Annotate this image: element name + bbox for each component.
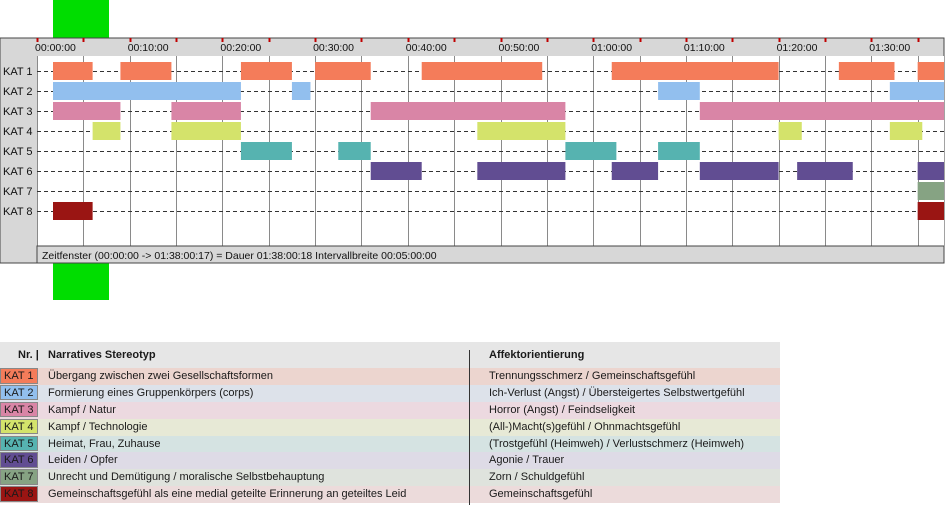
segment-bar[interactable]	[889, 82, 944, 100]
row-label: KAT 4	[3, 126, 33, 138]
segment-bar[interactable]	[658, 142, 700, 160]
timeline-chart: 00:00:00 00:10:00 00:20:00 00:30:00 00:40:00…	[0, 0, 945, 300]
legend-affect: (All-)Macht(s)gefühl / Ohnmachtsgefühl	[489, 420, 681, 433]
segment-bar[interactable]	[53, 202, 93, 220]
segment-bar[interactable]	[917, 162, 944, 180]
tick-label: 00:10:00	[128, 42, 169, 54]
legend-row: KAT 4 Kampf / Technologie (All-)Macht(s)ge…	[0, 418, 780, 436]
tick-label: 00:50:00	[499, 42, 540, 54]
legend-description: Gemeinschaftsgefühl als eine medial gete…	[48, 488, 407, 501]
legend-description: Formierung eines Gruppenkörpers (corps)	[48, 386, 254, 399]
segment-bar[interactable]	[889, 122, 923, 140]
legend-description: Kampf / Technologie	[48, 420, 148, 433]
segment-bar[interactable]	[778, 122, 802, 140]
segment-bar[interactable]	[421, 62, 543, 80]
legend-description: Heimat, Frau, Zuhause	[48, 437, 161, 450]
row-label: KAT 6	[3, 166, 33, 178]
segment-bar[interactable]	[53, 102, 121, 120]
legend-header-desc: Narratives Stereotyp	[48, 349, 156, 361]
tick-label: 00:40:00	[406, 42, 447, 54]
segment-bar[interactable]	[370, 162, 422, 180]
segment-bar[interactable]	[611, 62, 779, 80]
legend-description: Übergang zwischen zwei Gesellschaftsform…	[48, 370, 273, 382]
segment-bar[interactable]	[171, 122, 241, 140]
segment-bar[interactable]	[699, 102, 944, 120]
legend-row: KAT 1 Übergang zwischen zwei Gesellschaft…	[0, 368, 780, 385]
playhead-marker-bottom[interactable]	[53, 263, 109, 300]
segment-bar[interactable]	[565, 142, 617, 160]
legend-affect: (Trostgefühl (Heimweh) / Verlustschmerz …	[489, 437, 745, 450]
status-text: Zeitfenster (00:00:00 -> 01:38:00:17) = …	[42, 250, 437, 262]
segment-bar[interactable]	[658, 82, 700, 100]
legend-row: KAT 3 Kampf / Natur Horror (Angst) / Feind…	[0, 401, 780, 419]
tick-label: 01:20:00	[777, 42, 818, 54]
segment-bar[interactable]	[477, 122, 566, 140]
legend-description: Leiden / Opfer	[48, 454, 118, 467]
segment-bar[interactable]	[917, 202, 944, 220]
segment-bar[interactable]	[338, 142, 371, 160]
category-legend: Nr. | Narratives Stereotyp Affektorienti…	[0, 342, 780, 505]
legend-row: KAT 8 Gemeinschaftsgefühl als eine medial…	[0, 486, 780, 504]
legend-header-nr: Nr. |	[18, 349, 39, 361]
segment-bar[interactable]	[797, 162, 853, 180]
legend-row: KAT 7 Unrecht und Demütigung / moralische…	[0, 469, 780, 487]
segment-bar[interactable]	[477, 162, 566, 180]
row-label: KAT 2	[3, 86, 33, 98]
legend-affect: Zorn / Schuldgefühl	[489, 471, 585, 484]
segment-bar[interactable]	[315, 62, 371, 80]
legend-affect: Horror (Angst) / Feindseligkeit	[489, 403, 636, 416]
legend-affect: Gemeinschaftsgefühl	[489, 488, 593, 501]
legend-description: Unrecht und Demütigung / moralische Selb…	[48, 471, 325, 484]
segment-bar[interactable]	[917, 62, 944, 80]
tick-label: 00:20:00	[220, 42, 261, 54]
segment-bar[interactable]	[370, 102, 566, 120]
legend-affect: Ich-Verlust (Angst) / Übersteigertes Sel…	[489, 386, 745, 399]
legend-row: KAT 5 Heimat, Frau, Zuhause (Trostgefühl (…	[0, 435, 780, 453]
tick-label: 01:30:00	[869, 42, 910, 54]
tick-label: 01:10:00	[684, 42, 725, 54]
legend-swatch: KAT 3	[0, 401, 38, 418]
legend-swatch: KAT 2	[0, 384, 38, 401]
legend-rows: KAT 1 Übergang zwischen zwei Gesellschaft…	[0, 368, 780, 504]
segment-bar[interactable]	[699, 162, 779, 180]
legend-swatch: KAT 1	[0, 368, 38, 384]
tick-label: 01:00:00	[591, 42, 632, 54]
legend-row: KAT 2 Formierung eines Gruppenkörpers (co…	[0, 384, 780, 402]
segment-bar[interactable]	[917, 182, 944, 200]
legend-header-aff: Affektorientierung	[489, 349, 585, 361]
legend-swatch: KAT 5	[0, 435, 38, 452]
row-label: KAT 5	[3, 146, 33, 158]
legend-header: Nr. | Narratives Stereotyp Affektorienti…	[0, 342, 780, 368]
segment-bar[interactable]	[240, 62, 292, 80]
segment-bar[interactable]	[240, 142, 292, 160]
segment-bar[interactable]	[611, 162, 659, 180]
tick-label: 00:30:00	[313, 42, 354, 54]
legend-column-divider	[469, 350, 470, 505]
legend-affect: Trennungsschmerz / Gemeinschaftsgefühl	[489, 370, 696, 382]
legend-row: KAT 6 Leiden / Opfer Agonie / Trauer	[0, 452, 780, 470]
segment-bar[interactable]	[838, 62, 895, 80]
legend-swatch: KAT 4	[0, 418, 38, 435]
legend-affect: Agonie / Trauer	[489, 454, 565, 467]
segment-bar[interactable]	[53, 62, 93, 80]
segment-bar[interactable]	[171, 102, 241, 120]
row-label: KAT 8	[3, 206, 33, 218]
playhead-marker-top[interactable]	[53, 0, 109, 38]
row-label: KAT 7	[3, 186, 33, 198]
tick-label: 00:00:00	[35, 42, 76, 54]
row-label: KAT 1	[3, 66, 33, 78]
legend-swatch: KAT 7	[0, 469, 38, 485]
legend-swatch: KAT 6	[0, 452, 38, 468]
row-label: KAT 3	[3, 106, 33, 118]
segment-bar[interactable]	[120, 62, 172, 80]
segment-bar[interactable]	[92, 122, 121, 140]
legend-swatch: KAT 8	[0, 486, 38, 502]
segment-bar[interactable]	[291, 82, 311, 100]
legend-description: Kampf / Natur	[48, 403, 116, 416]
segment-bar[interactable]	[53, 82, 241, 100]
